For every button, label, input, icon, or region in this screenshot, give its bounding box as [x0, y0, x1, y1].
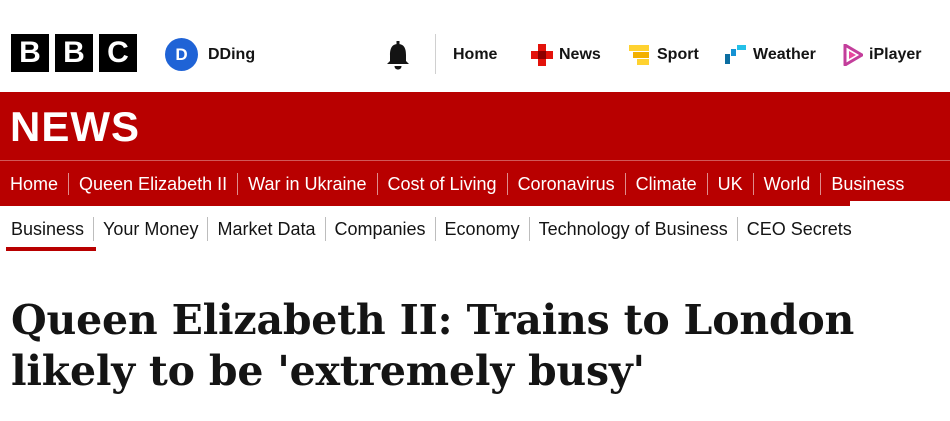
topnav-iplayer-label: iPlayer	[869, 46, 922, 63]
active-tab-indicator	[850, 201, 950, 206]
subnav-item-companies[interactable]: Companies	[324, 217, 435, 241]
weather-icon	[725, 45, 746, 64]
topnav-weather[interactable]: Weather	[725, 44, 816, 66]
topnav-weather-label: Weather	[753, 46, 816, 63]
account-name: DDing	[208, 45, 256, 63]
nav-item-coronavirus[interactable]: Coronavirus	[506, 173, 625, 195]
section-title[interactable]: NEWS	[10, 101, 140, 153]
nav-item-uk[interactable]: UK	[706, 173, 753, 195]
iplayer-icon	[843, 44, 863, 66]
nav-item-climate[interactable]: Climate	[624, 173, 707, 195]
nav-item-war-in-ukraine[interactable]: War in Ukraine	[237, 173, 376, 195]
nav-item-business[interactable]: Business	[820, 173, 914, 195]
bbc-logo-letter: C	[99, 34, 137, 72]
global-header: B B C D DDing Home News Sport Weather iP…	[0, 0, 950, 92]
header-divider	[435, 34, 436, 74]
nav-item-cost-of-living[interactable]: Cost of Living	[376, 173, 507, 195]
topnav-home[interactable]: Home	[453, 44, 497, 66]
topnav-news[interactable]: News	[531, 44, 601, 66]
subnav-item-ceo-secrets[interactable]: CEO Secrets	[736, 217, 861, 241]
headline-line-2: likely to be 'extremely busy'	[11, 347, 645, 395]
primary-nav: Home Queen Elizabeth II War in Ukraine C…	[0, 166, 914, 202]
topnav-home-label: Home	[453, 46, 498, 63]
sport-icon	[629, 45, 649, 65]
subnav-item-technology-of-business[interactable]: Technology of Business	[528, 217, 737, 241]
subnav-item-market-data[interactable]: Market Data	[207, 217, 324, 241]
nav-item-home[interactable]: Home	[0, 173, 68, 195]
secondary-nav: Business Your Money Market Data Companie…	[0, 213, 861, 245]
avatar: D	[165, 38, 198, 71]
subnav-active-indicator	[6, 247, 96, 251]
article-headline: Queen Elizabeth II: Trains to London lik…	[11, 295, 941, 397]
nav-item-queen-elizabeth-ii[interactable]: Queen Elizabeth II	[68, 173, 237, 195]
topnav-sport-label: Sport	[657, 46, 699, 63]
bell-icon[interactable]	[384, 40, 412, 70]
topnav-iplayer[interactable]: iPlayer	[843, 44, 921, 66]
nav-item-world[interactable]: World	[752, 173, 821, 195]
topnav-sport[interactable]: Sport	[629, 44, 699, 66]
bbc-logo[interactable]: B B C	[11, 34, 137, 72]
subnav-item-economy[interactable]: Economy	[434, 217, 529, 241]
subnav-item-your-money[interactable]: Your Money	[93, 217, 207, 241]
topnav-news-label: News	[559, 46, 601, 63]
masthead-divider	[0, 160, 950, 161]
headline-line-1: Queen Elizabeth II: Trains to London	[11, 296, 855, 344]
bbc-logo-letter: B	[55, 34, 93, 72]
bbc-logo-letter: B	[11, 34, 49, 72]
account-button[interactable]: D DDing	[165, 38, 255, 71]
subnav-item-business[interactable]: Business	[0, 217, 93, 241]
news-icon	[531, 44, 553, 66]
